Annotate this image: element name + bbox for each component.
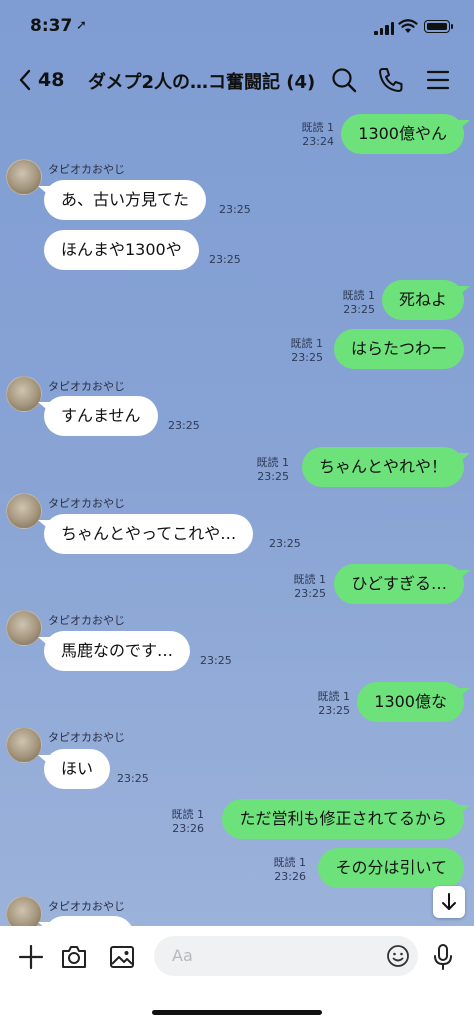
sender-name: タピオカおやじ [48, 900, 125, 913]
read-receipt: 既読 1 [273, 856, 307, 869]
battery-icon [424, 20, 453, 33]
message-meta: 既読 1 23:25 [294, 573, 327, 601]
message-meta: 既読 1 23:25 [318, 690, 351, 718]
message-input[interactable]: Aa [154, 936, 418, 976]
read-receipt: 既読 1 [290, 337, 324, 350]
message-meta: 既読 1 23:26 [172, 808, 205, 836]
message-time: 23:25 [117, 772, 149, 785]
incoming-message[interactable]: ほい [44, 749, 111, 789]
avatar[interactable] [6, 727, 42, 763]
read-receipt: 既読 1 [293, 573, 327, 586]
message-time: 23:25 [343, 303, 375, 316]
avatar[interactable] [6, 493, 42, 529]
message-time: 23:25 [269, 537, 301, 550]
status-time: 8:37 [30, 16, 73, 36]
sender-name: タピオカおやじ [48, 497, 125, 510]
wifi-icon [398, 19, 418, 33]
sender-name: タピオカおやじ [48, 731, 125, 744]
incoming-message[interactable]: ちゃんとやってこれや… [44, 514, 254, 554]
message-time: 23:25 [219, 203, 251, 216]
mic-icon[interactable] [428, 942, 458, 972]
avatar[interactable] [6, 896, 42, 926]
outgoing-message[interactable]: 死ねよ [381, 280, 464, 320]
message-time: 23:25 [318, 704, 350, 717]
home-indicator [152, 1010, 322, 1015]
message-time: 23:25 [200, 654, 232, 667]
emoji-icon[interactable] [386, 944, 410, 968]
phone-icon[interactable] [377, 66, 405, 94]
message-time: 23:25 [291, 351, 323, 364]
chat-header: 48 ダメプ2人の…コ奮闘記 (4) [0, 56, 474, 104]
menu-icon[interactable] [424, 66, 452, 94]
sender-name: タピオカおやじ [48, 380, 125, 393]
message-meta: 既読 1 23:26 [274, 856, 307, 884]
chat-title[interactable]: ダメプ2人の…コ奮闘記 (4) [88, 68, 315, 94]
outgoing-message[interactable]: その分は引いて [318, 848, 464, 888]
message-meta: 既読 1 23:25 [257, 456, 290, 484]
search-icon[interactable] [330, 66, 358, 94]
unread-count: 48 [38, 69, 65, 91]
incoming-message[interactable]: 馬鹿なのです… [44, 631, 191, 671]
avatar[interactable] [6, 376, 42, 412]
outgoing-message[interactable]: 1300億やん [341, 114, 464, 154]
outgoing-message[interactable]: ただ営利も修正されてるから [222, 799, 464, 839]
message-meta: 既読 1 23:25 [343, 289, 376, 317]
outgoing-message[interactable]: ちゃんとやれや！ [301, 447, 464, 487]
message-time: 23:24 [302, 135, 334, 148]
location-arrow-icon: ➚ [76, 18, 87, 33]
message-input-bar: Aa [0, 926, 474, 1024]
arrow-down-icon [442, 893, 456, 910]
back-button[interactable]: 48 [18, 66, 72, 94]
message-time: 23:26 [274, 870, 306, 883]
outgoing-message[interactable]: はらたつわー [333, 329, 464, 369]
read-receipt: 既読 1 [301, 121, 335, 134]
message-list[interactable]: 既読 1 23:24 1300億やん タピオカおやじ あ、古い方見てた 23:2… [0, 104, 474, 926]
sender-name: タピオカおやじ [48, 163, 125, 176]
outgoing-message[interactable]: ひどすぎる… [334, 564, 464, 604]
camera-icon[interactable] [59, 942, 89, 972]
message-meta: 既読 1 23:25 [291, 337, 324, 365]
message-input-placeholder: Aa [172, 946, 193, 965]
cellular-signal-icon [374, 22, 394, 35]
image-icon[interactable] [107, 942, 137, 972]
incoming-message[interactable]: ほんまや1300や [44, 230, 199, 270]
status-bar: 8:37 ➚ [0, 0, 474, 56]
message-meta: 既読 1 23:24 [302, 121, 335, 149]
incoming-message[interactable] [44, 916, 134, 926]
message-time: 23:25 [294, 587, 326, 600]
scroll-to-bottom-button[interactable] [433, 886, 465, 918]
read-receipt: 既読 1 [317, 690, 351, 703]
avatar[interactable] [6, 610, 42, 646]
plus-icon[interactable] [16, 942, 46, 972]
read-receipt: 既読 1 [342, 289, 376, 302]
message-time: 23:25 [257, 470, 289, 483]
chevron-left-icon [19, 69, 31, 91]
message-time: 23:25 [168, 419, 200, 432]
read-receipt: 既読 1 [171, 808, 205, 821]
read-receipt: 既読 1 [256, 456, 290, 469]
avatar[interactable] [6, 159, 42, 195]
message-time: 23:26 [172, 822, 204, 835]
sender-name: タピオカおやじ [48, 614, 125, 627]
incoming-message[interactable]: すんません [44, 396, 158, 436]
message-time: 23:25 [209, 253, 241, 266]
incoming-message[interactable]: あ、古い方見てた [44, 180, 207, 220]
outgoing-message[interactable]: 1300億な [357, 682, 464, 722]
